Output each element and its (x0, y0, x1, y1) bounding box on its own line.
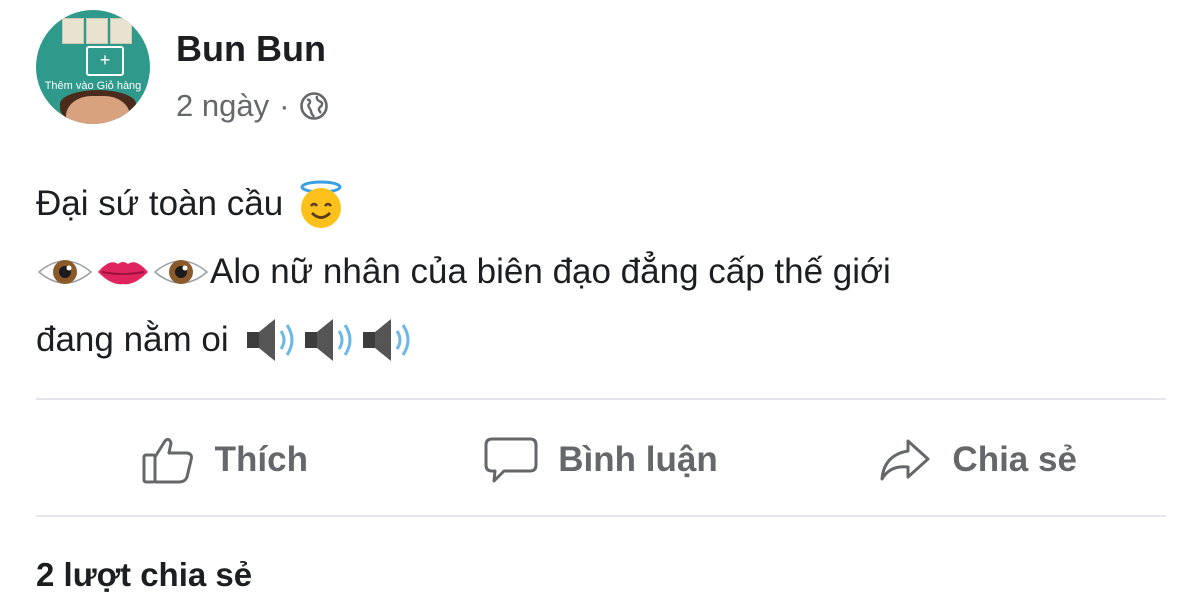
speaker-high-volume-icon (304, 319, 352, 361)
post-line-text: Alo nữ nhân của biên đạo đẳng cấp thế gi… (210, 252, 891, 291)
eye-icon (153, 260, 209, 284)
post-time[interactable]: 2 ngày (176, 88, 269, 124)
share-label: Chia sẻ (952, 440, 1077, 479)
thumbs-up-icon (142, 437, 193, 484)
avatar-face (66, 96, 130, 124)
post-line: đang nằm oi (36, 306, 891, 374)
avatar[interactable]: + Thêm vào Giỏ hàng (36, 10, 150, 124)
post-line-text: Đại sứ toàn cầu (36, 184, 284, 223)
avatar-thumbnail (62, 18, 84, 44)
speaker-high-volume-icon (362, 319, 410, 361)
comment-bubble-icon (484, 437, 538, 483)
like-button[interactable]: Thích (36, 435, 413, 485)
share-arrow-icon (880, 439, 930, 481)
like-label: Thích (214, 440, 308, 479)
eye-icon (37, 260, 93, 284)
speaker-high-volume-icon (246, 319, 294, 361)
post-line-text: đang nằm oi (36, 320, 229, 359)
post-meta: 2 ngày · (176, 88, 329, 124)
globe-icon[interactable] (299, 91, 329, 121)
smiling-face-with-halo-icon (300, 180, 342, 228)
shares-count[interactable]: 2 lượt chia sẻ (36, 556, 252, 594)
divider (36, 398, 1166, 400)
comment-button[interactable]: Bình luận (413, 435, 790, 485)
lips-icon (98, 262, 148, 285)
share-button[interactable]: Chia sẻ (789, 435, 1166, 485)
comment-label: Bình luận (558, 440, 718, 479)
post-line: Alo nữ nhân của biên đạo đẳng cấp thế gi… (36, 238, 891, 306)
cart-icon: + (86, 46, 124, 76)
post-line: Đại sứ toàn cầu (36, 170, 891, 238)
author-name[interactable]: Bun Bun (176, 28, 326, 70)
avatar-thumbnail (86, 18, 108, 44)
post-text: Đại sứ toàn cầu Alo nữ nhân của biên đạo (36, 170, 891, 374)
meta-separator: · (279, 88, 290, 123)
action-bar: Thích Bình luận Chia sẻ (36, 420, 1166, 500)
avatar-thumbnail (110, 18, 132, 44)
divider (36, 515, 1166, 517)
